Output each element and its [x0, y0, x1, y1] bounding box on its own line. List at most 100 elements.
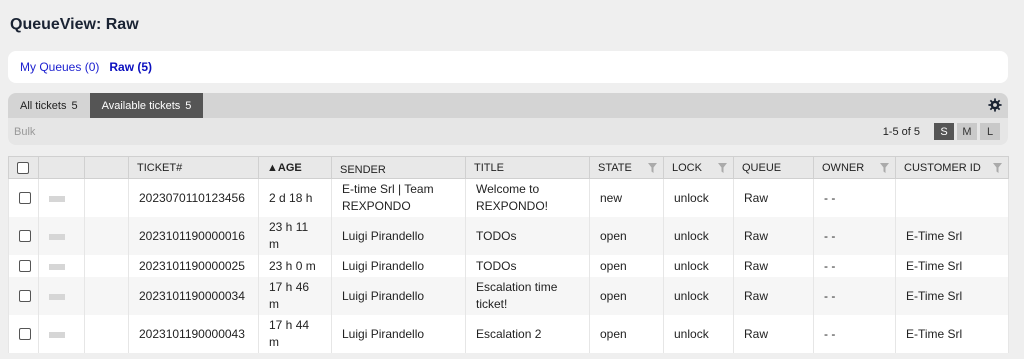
ticket-title[interactable]: TODOs	[465, 217, 590, 255]
ticket-customer-id	[895, 178, 1009, 217]
table-row[interactable]: 2023101190000016 23 h 11 m Luigi Pirande…	[8, 217, 1009, 255]
ticket-owner: - -	[813, 277, 896, 315]
table-header-row: TICKET# ▲AGE SENDER TITLE STATE LOCK QUE…	[8, 156, 1009, 179]
tab-available-tickets-label: Available tickets	[101, 99, 181, 112]
queue-link-my-queues[interactable]: My Queues (0)	[20, 60, 99, 74]
filter-icon[interactable]	[648, 163, 657, 173]
table-row[interactable]: 2023101190000034 17 h 46 m Luigi Pirande…	[8, 277, 1009, 315]
ticket-sender: Luigi Pirandello	[331, 277, 466, 315]
header-customer-id[interactable]: CUSTOMER ID	[895, 156, 1009, 179]
ticket-queue: Raw	[733, 255, 814, 277]
ticket-lock: unlock	[663, 255, 734, 277]
header-lock[interactable]: LOCK	[663, 156, 734, 179]
row-checkbox[interactable]	[19, 260, 31, 273]
header-sender[interactable]: SENDER	[331, 156, 466, 179]
ticket-age: 17 h 46 m	[258, 277, 332, 315]
ticket-customer-id: E-Time Srl	[895, 277, 1009, 315]
tab-all-tickets[interactable]: All tickets 5	[8, 93, 90, 118]
ticket-age: 23 h 11 m	[258, 217, 332, 255]
pagination-info: 1-5 of 5	[882, 126, 920, 138]
size-small-button[interactable]: S	[934, 123, 954, 140]
ticket-sender: Luigi Pirandello	[331, 255, 466, 277]
select-all-checkbox[interactable]	[17, 161, 29, 174]
priority-indicator	[49, 293, 65, 300]
priority-indicator	[49, 263, 65, 270]
row-checkbox[interactable]	[19, 230, 31, 243]
ticket-title[interactable]: TODOs	[465, 255, 590, 277]
filter-icon[interactable]	[718, 163, 727, 173]
ticket-number[interactable]: 2023101190000016	[128, 217, 259, 255]
ticket-owner: - -	[813, 255, 896, 277]
header-title[interactable]: TITLE	[465, 156, 590, 179]
ticket-age: 17 h 44 m	[258, 315, 332, 353]
bulk-action[interactable]: Bulk	[14, 126, 35, 138]
ticket-lock: unlock	[663, 277, 734, 315]
flag-cell	[84, 178, 129, 217]
page-title: QueueView: Raw	[10, 16, 139, 33]
table-row[interactable]: 2023101190000025 23 h 0 m Luigi Pirandel…	[8, 255, 1009, 277]
table-row[interactable]: 2023101190000043 17 h 44 m Luigi Pirande…	[8, 315, 1009, 353]
ticket-number[interactable]: 2023070110123456	[128, 178, 259, 217]
row-checkbox[interactable]	[19, 192, 31, 205]
action-bar: Bulk 1-5 of 5 S M L	[8, 118, 1008, 145]
header-queue[interactable]: QUEUE	[733, 156, 814, 179]
ticket-number[interactable]: 2023101190000043	[128, 315, 259, 353]
priority-cell	[38, 217, 85, 255]
ticket-number[interactable]: 2023101190000034	[128, 277, 259, 315]
tab-all-tickets-count: 5	[71, 99, 78, 112]
ticket-queue: Raw	[733, 277, 814, 315]
tab-all-tickets-label: All tickets	[20, 99, 67, 112]
ticket-state: open	[589, 277, 664, 315]
queue-navigation: My Queues (0) Raw (5)	[8, 51, 1008, 83]
ticket-queue: Raw	[733, 217, 814, 255]
header-sender-label: SENDER	[340, 163, 386, 176]
ticket-lock: unlock	[663, 217, 734, 255]
gear-icon[interactable]	[988, 98, 1002, 112]
ticket-title[interactable]: Escalation time ticket!	[465, 277, 590, 315]
row-checkbox[interactable]	[19, 290, 31, 303]
flag-cell	[84, 217, 129, 255]
priority-indicator	[49, 233, 65, 240]
row-checkbox[interactable]	[19, 328, 31, 341]
flag-cell	[84, 277, 129, 315]
header-priority	[38, 156, 85, 179]
filter-icon[interactable]	[993, 163, 1002, 173]
ticket-title[interactable]: Welcome to REXPONDO!	[465, 178, 590, 217]
row-select-cell	[8, 178, 39, 217]
queue-link-raw[interactable]: Raw (5)	[109, 60, 152, 74]
header-owner[interactable]: OWNER	[813, 156, 896, 179]
priority-cell	[38, 178, 85, 217]
ticket-age: 2 d 18 h	[258, 178, 332, 217]
ticket-title[interactable]: Escalation 2	[465, 315, 590, 353]
flag-cell	[84, 315, 129, 353]
header-age[interactable]: ▲AGE	[258, 156, 332, 179]
filter-tabs: All tickets 5 Available tickets 5	[8, 93, 1008, 118]
ticket-owner: - -	[813, 315, 896, 353]
row-select-cell	[8, 315, 39, 353]
row-select-cell	[8, 277, 39, 315]
header-owner-label: OWNER	[822, 161, 865, 174]
ticket-owner: - -	[813, 178, 896, 217]
header-state[interactable]: STATE	[589, 156, 664, 179]
ticket-lock: unlock	[663, 315, 734, 353]
ticket-queue: Raw	[733, 178, 814, 217]
tab-available-tickets[interactable]: Available tickets 5	[89, 93, 204, 118]
header-select-all	[8, 156, 39, 179]
flag-cell	[84, 255, 129, 277]
filter-icon[interactable]	[880, 163, 889, 173]
tab-available-tickets-count: 5	[185, 99, 192, 112]
header-lock-label: LOCK	[672, 161, 702, 174]
ticket-age: 23 h 0 m	[258, 255, 332, 277]
row-select-cell	[8, 255, 39, 277]
size-medium-button[interactable]: M	[957, 123, 977, 140]
size-large-button[interactable]: L	[980, 123, 1000, 140]
ticket-sender: Luigi Pirandello	[331, 315, 466, 353]
priority-cell	[38, 277, 85, 315]
ticket-sender: E-time Srl | Team REXPONDO	[331, 178, 466, 217]
ticket-customer-id: E-Time Srl	[895, 315, 1009, 353]
header-customer-id-label: CUSTOMER ID	[904, 161, 981, 174]
ticket-queue: Raw	[733, 315, 814, 353]
table-row[interactable]: 2023070110123456 2 d 18 h E-time Srl | T…	[8, 178, 1009, 217]
ticket-number[interactable]: 2023101190000025	[128, 255, 259, 277]
header-ticket-number[interactable]: TICKET#	[128, 156, 259, 179]
